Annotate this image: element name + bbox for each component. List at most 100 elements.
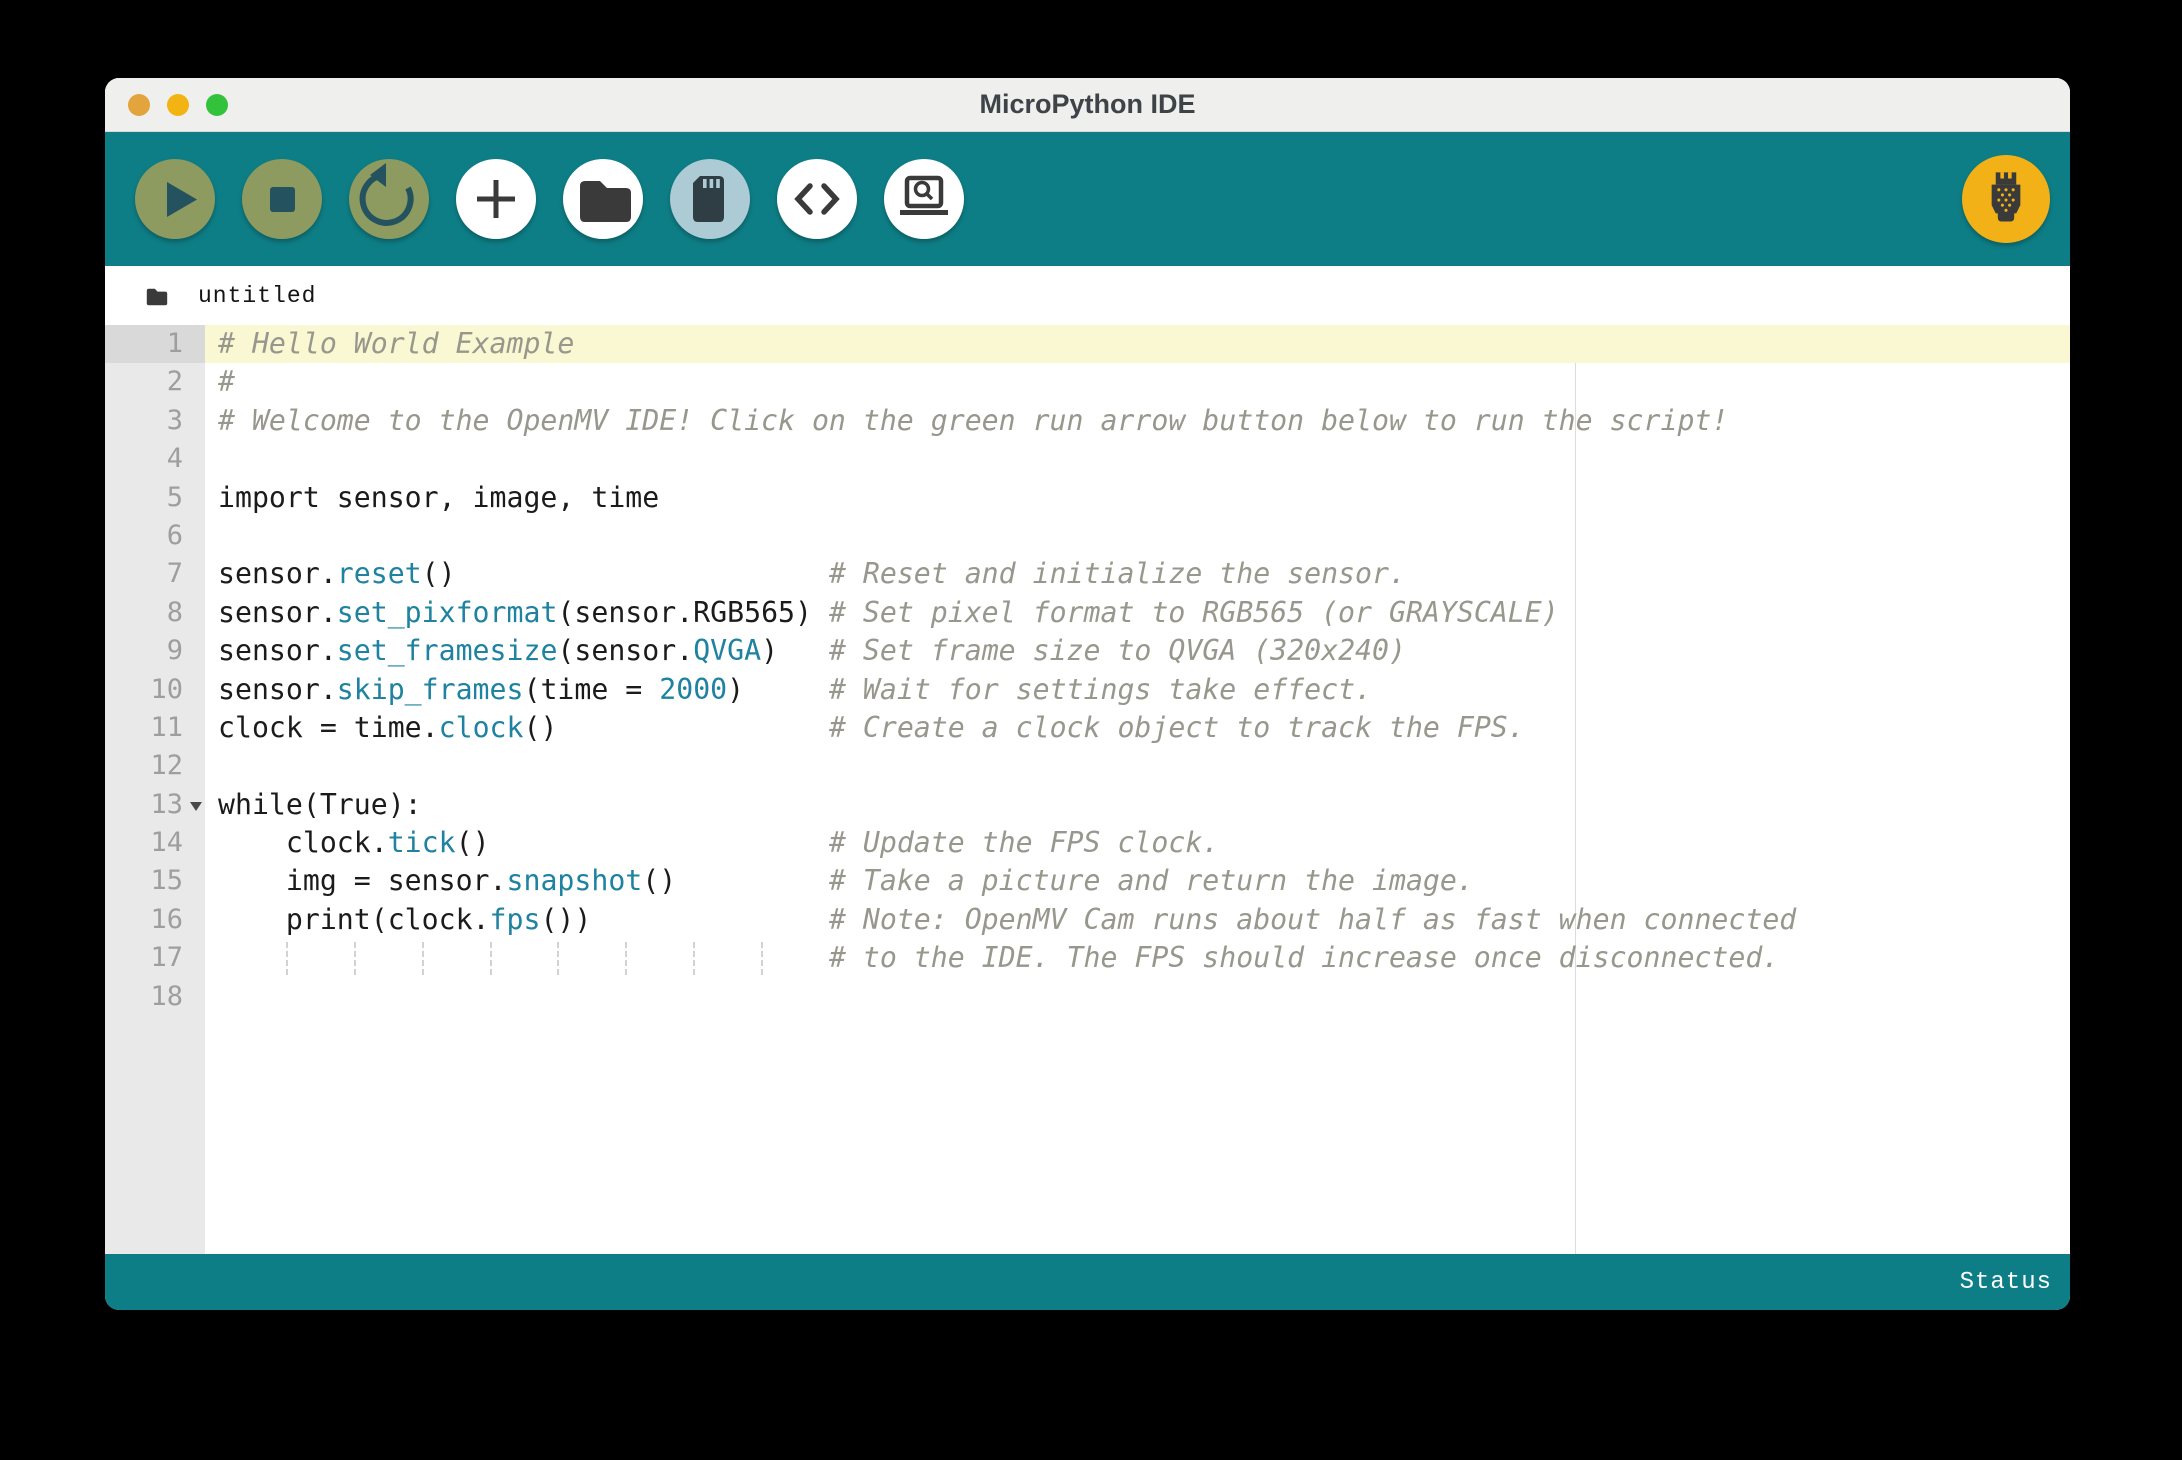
code-line[interactable] (205, 517, 2070, 555)
code-line[interactable]: # to the IDE. The FPS should increase on… (205, 939, 2070, 977)
code-method: tick (388, 826, 456, 859)
line-number: 9 (105, 632, 205, 670)
code-line[interactable] (205, 747, 2070, 785)
code-comment: # to the IDE. The FPS should increase on… (829, 941, 1779, 974)
sdcard-icon (670, 159, 750, 239)
code-text: img = sensor. (218, 864, 507, 897)
toolbar-buttons (135, 132, 964, 266)
code-line[interactable]: # Hello World Example (205, 325, 2070, 363)
line-number: 11 (105, 709, 205, 747)
indent-guide (422, 942, 424, 974)
code-comment: # Reset and initialize the sensor. (829, 557, 1406, 590)
code-method: set_pixformat (337, 596, 558, 629)
line-number: 6 (105, 517, 205, 555)
app-window: MicroPython IDE untitled 123456789101112… (105, 78, 2070, 1310)
code-comment: # Update the FPS clock. (829, 826, 1219, 859)
folder-icon (563, 159, 643, 239)
tab-bar: untitled (105, 266, 2070, 325)
code-line[interactable] (205, 978, 2070, 1016)
code-text: (sensor. (557, 634, 693, 667)
code-method: skip_frames (337, 673, 524, 706)
open-folder-button[interactable] (563, 159, 643, 239)
code-method: clock (439, 711, 524, 744)
new-file-button[interactable] (456, 159, 536, 239)
code-text: sensor. (218, 634, 337, 667)
code-text: while(True): (218, 788, 422, 821)
reset-button[interactable] (349, 159, 429, 239)
line-number: 16 (105, 901, 205, 939)
code-method: snapshot (507, 864, 643, 897)
indent-guide (354, 942, 356, 974)
run-script-button[interactable] (135, 159, 215, 239)
code-line[interactable]: print(clock.fps()) # Note: OpenMV Cam ru… (205, 901, 2070, 939)
indent-guide (761, 942, 763, 974)
code-comment: # Create a clock object to track the FPS… (829, 711, 1525, 744)
line-number: 2 (105, 363, 205, 401)
code-method: QVGA (693, 634, 761, 667)
code-method: reset (337, 557, 422, 590)
reload-icon (349, 159, 429, 239)
code-comment: # Set pixel format to RGB565 (or GRAYSCA… (829, 596, 1559, 629)
indent-guide (286, 942, 288, 974)
code-button[interactable] (777, 159, 857, 239)
indent-guide (625, 942, 627, 974)
line-number: 1 (105, 325, 205, 363)
tab-untitled[interactable]: untitled (138, 280, 316, 312)
code-icon (777, 159, 857, 239)
desktop: MicroPython IDE untitled 123456789101112… (0, 0, 2182, 1460)
code-line[interactable]: sensor.skip_frames(time = 2000) # Wait f… (205, 671, 2070, 709)
code-comment: # Welcome to the OpenMV IDE! Click on th… (218, 404, 1728, 437)
screen-search-button[interactable] (884, 159, 964, 239)
line-number: 13 (105, 786, 205, 824)
line-number: 14 (105, 824, 205, 862)
code-line[interactable]: clock = time.clock() # Create a clock ob… (205, 709, 2070, 747)
line-number: 5 (105, 479, 205, 517)
code-text: sensor. (218, 557, 337, 590)
line-number: 18 (105, 978, 205, 1016)
code-line[interactable]: sensor.set_pixformat(sensor.RGB565) # Se… (205, 594, 2070, 632)
folder-icon (138, 280, 174, 312)
indent-guide (557, 942, 559, 974)
code-text: clock = time. (218, 711, 439, 744)
toolbar (105, 132, 2070, 266)
line-number: 12 (105, 747, 205, 785)
code-line[interactable]: while(True): (205, 786, 2070, 824)
code-line[interactable]: # Welcome to the OpenMV IDE! Click on th… (205, 402, 2070, 440)
code-line[interactable]: clock.tick() # Update the FPS clock. (205, 824, 2070, 862)
indent-guide (693, 942, 695, 974)
window-title: MicroPython IDE (105, 78, 2070, 131)
code-line[interactable] (205, 440, 2070, 478)
plus-icon (456, 159, 536, 239)
line-number: 17 (105, 939, 205, 977)
code-line[interactable]: sensor.set_framesize(sensor.QVGA) # Set … (205, 632, 2070, 670)
stop-script-button[interactable] (242, 159, 322, 239)
code-line[interactable]: # (205, 363, 2070, 401)
code-comment: # (218, 365, 235, 398)
line-number: 3 (105, 402, 205, 440)
code-editor[interactable]: 123456789101112131415161718 # Hello Worl… (105, 325, 2070, 1254)
code-text: print(clock. (218, 903, 490, 936)
code-text: (time = (523, 673, 659, 706)
code-comment: # Note: OpenMV Cam runs about half as fa… (829, 903, 1796, 936)
line-number-gutter: 123456789101112131415161718 (105, 325, 205, 1254)
code-comment: # Hello World Example (218, 327, 574, 360)
indent-guide (490, 942, 492, 974)
code-area[interactable]: # Hello World Example # # Welcome to the O… (205, 325, 2070, 1016)
code-method: 2000 (659, 673, 727, 706)
play-icon (135, 159, 215, 239)
code-method: set_framesize (337, 634, 558, 667)
code-comment: # Wait for settings take effect. (829, 673, 1372, 706)
code-text: ) (761, 634, 829, 667)
screen-search-icon (884, 159, 964, 239)
sd-card-button[interactable] (670, 159, 750, 239)
code-text (218, 941, 829, 974)
fold-arrow-icon[interactable] (190, 802, 202, 811)
code-text: () (523, 711, 828, 744)
code-text: clock. (218, 826, 388, 859)
code-line[interactable]: import sensor, image, time (205, 479, 2070, 517)
status-label: Status (1960, 1269, 2052, 1296)
status-bar: Status (105, 1254, 2070, 1310)
firmware-button[interactable] (1962, 155, 2050, 243)
code-line[interactable]: img = sensor.snapshot() # Take a picture… (205, 862, 2070, 900)
code-line[interactable]: sensor.reset() # Reset and initialize th… (205, 555, 2070, 593)
